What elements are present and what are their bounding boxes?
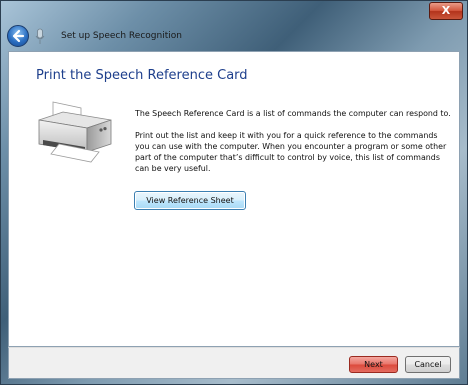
- cancel-button[interactable]: Cancel: [405, 356, 451, 373]
- title-bar: X Set up Speech Recognition: [1, 1, 467, 51]
- close-icon: X: [441, 4, 451, 17]
- content-panel: Print the Speech Reference Card The Spee…: [8, 51, 460, 347]
- microphone-icon: [35, 28, 45, 44]
- printer-icon: [38, 101, 112, 163]
- next-button[interactable]: Next: [349, 356, 398, 373]
- view-reference-sheet-button[interactable]: View Reference Sheet: [134, 191, 246, 210]
- wizard-window: X Set up Speech Recognition Print the Sp…: [0, 0, 468, 385]
- page-heading: Print the Speech Reference Card: [36, 68, 248, 83]
- back-arrow-icon: [12, 29, 25, 43]
- instructions-text: Print out the list and keep it with you …: [135, 131, 447, 173]
- back-button[interactable]: [7, 25, 29, 47]
- window-title: Set up Speech Recognition: [61, 31, 182, 41]
- close-button[interactable]: X: [429, 2, 463, 20]
- description-text: The Speech Reference Card is a list of c…: [135, 109, 451, 118]
- command-area: Next Cancel: [8, 347, 460, 379]
